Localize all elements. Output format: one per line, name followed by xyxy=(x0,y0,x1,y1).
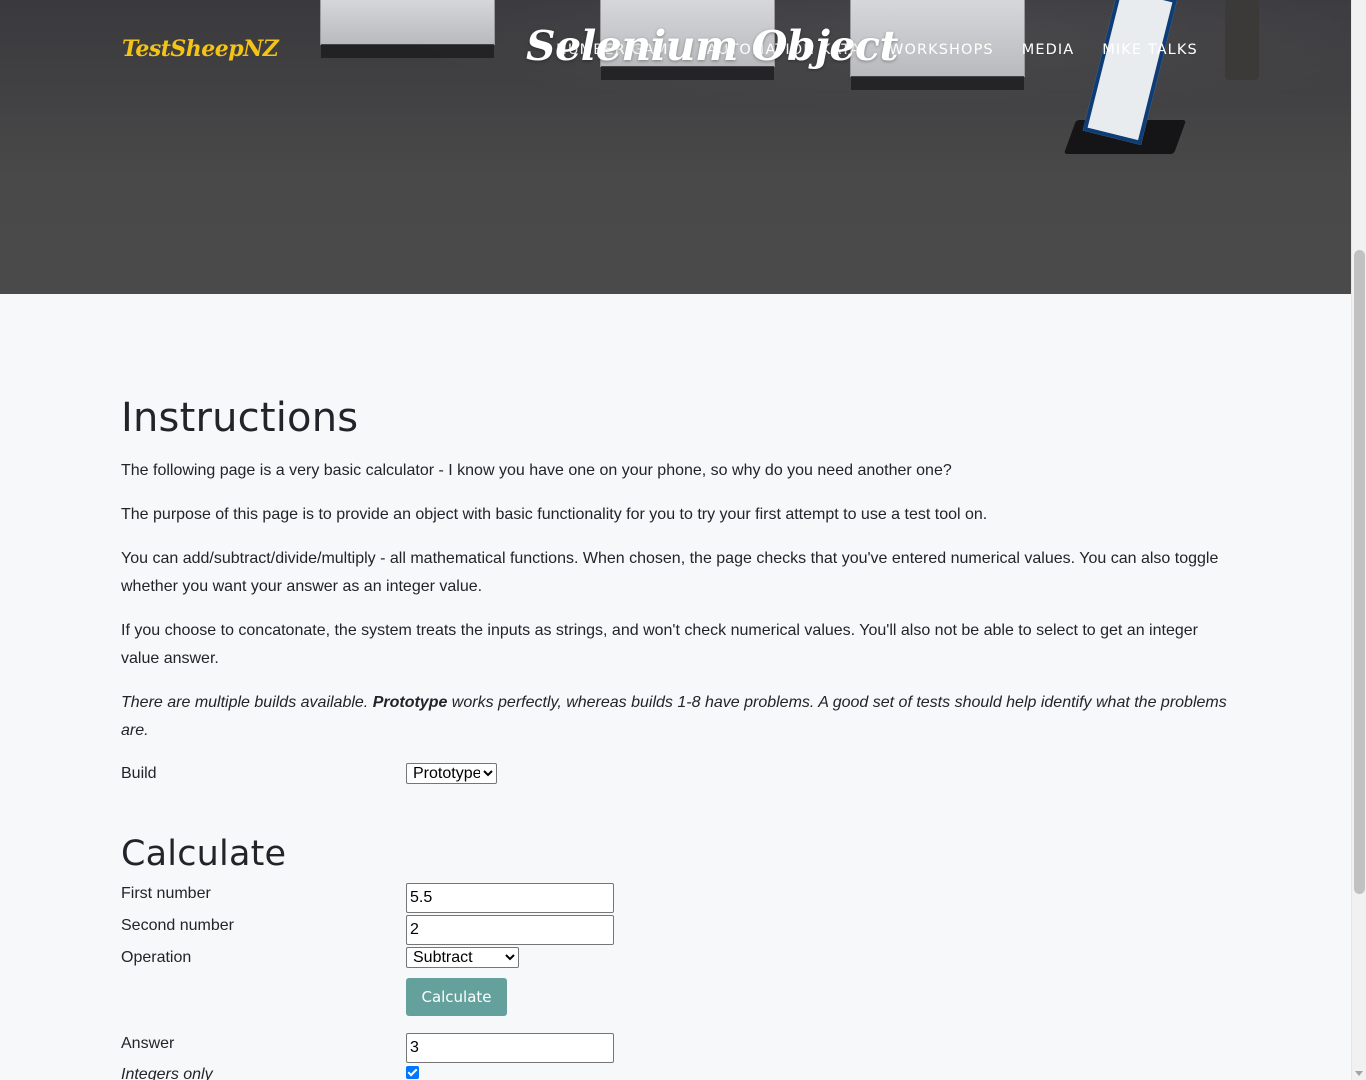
first-number-input[interactable] xyxy=(406,883,614,913)
operation-row: Operation Subtract xyxy=(121,947,519,969)
nav-item-workshops[interactable]: WORKSHOPS xyxy=(889,42,994,58)
hero-banner: TestSheepNZ NUMBER GAME AUTOMATION KATA … xyxy=(0,0,1351,294)
scroll-down-icon[interactable] xyxy=(1355,1071,1363,1076)
nav-item-media[interactable]: MEDIA xyxy=(1022,42,1075,58)
first-number-row: First number xyxy=(121,883,614,913)
operation-select[interactable]: Subtract xyxy=(406,947,519,968)
page-title: Selenium Object xyxy=(526,22,898,70)
nav-item-mike-talks[interactable]: MIKE TALKS xyxy=(1102,42,1198,58)
answer-field[interactable] xyxy=(406,1033,614,1063)
page-scrollbar[interactable] xyxy=(1351,0,1366,1080)
hero-person xyxy=(1225,0,1259,80)
calculate-section: Calculate xyxy=(121,834,286,874)
calculate-button[interactable]: Calculate xyxy=(406,978,507,1016)
integers-only-row: Integers only xyxy=(121,1064,419,1080)
builds-note-prototype: Prototype xyxy=(372,694,448,711)
brand-logo[interactable]: TestSheepNZ xyxy=(122,36,279,62)
second-number-row: Second number xyxy=(121,915,614,945)
build-label: Build xyxy=(121,765,157,782)
build-select[interactable]: Prototype xyxy=(406,763,497,784)
instructions-section: Instructions The following page is a ver… xyxy=(121,396,1231,745)
integers-only-checkbox[interactable] xyxy=(406,1066,419,1079)
instructions-paragraph: You can add/subtract/divide/multiply - a… xyxy=(121,550,1219,595)
integers-only-label: Integers only xyxy=(121,1066,213,1080)
instructions-paragraph: The purpose of this page is to provide a… xyxy=(121,506,988,523)
hero-crate xyxy=(320,0,495,58)
instructions-paragraph: If you choose to concatonate, the system… xyxy=(121,622,1198,667)
builds-note-start: There are multiple builds available. xyxy=(121,694,373,711)
answer-row: Answer xyxy=(121,1033,614,1063)
first-number-label: First number xyxy=(121,885,211,902)
scrollbar-thumb[interactable] xyxy=(1354,250,1365,894)
operation-label: Operation xyxy=(121,949,192,966)
second-number-label: Second number xyxy=(121,917,234,934)
instructions-builds-note: There are multiple builds available. Pro… xyxy=(121,689,1231,745)
second-number-input[interactable] xyxy=(406,915,614,945)
instructions-heading: Instructions xyxy=(121,395,359,441)
build-row: Build Prototype xyxy=(121,763,497,785)
answer-label: Answer xyxy=(121,1035,175,1052)
calculate-button-row: Calculate xyxy=(121,978,507,1016)
instructions-paragraph: The following page is a very basic calcu… xyxy=(121,462,952,479)
calculate-heading: Calculate xyxy=(121,834,287,874)
